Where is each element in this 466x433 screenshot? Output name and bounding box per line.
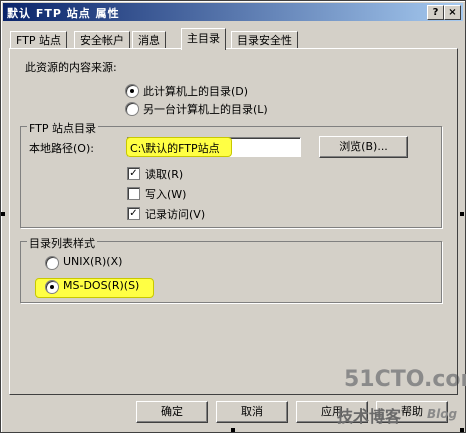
properties-dialog: 默认 FTP 站点 属性 ? × FTP 站点 安全帐户 消息 主目录 目录安全… bbox=[0, 0, 466, 433]
radio-unix[interactable] bbox=[45, 256, 59, 270]
read-checkbox[interactable]: ✓ bbox=[127, 167, 140, 180]
listing-style-legend: 目录列表样式 bbox=[27, 235, 97, 251]
resize-grip-left bbox=[1, 212, 5, 216]
tab-messages[interactable]: 消息 bbox=[132, 31, 166, 49]
local-path-input[interactable]: C:\默认的FTP站点 bbox=[126, 137, 301, 157]
help-icon[interactable]: ? bbox=[427, 5, 444, 20]
ftp-directory-legend: FTP 站点目录 bbox=[27, 120, 98, 136]
watermark-blog: Blog bbox=[427, 407, 458, 421]
radio-local-directory-label[interactable]: 此计算机上的目录(D) bbox=[143, 83, 248, 99]
listing-style-group: 目录列表样式 UNIX(R)(X) MS-DOS(R)(S) bbox=[20, 235, 442, 303]
cancel-button[interactable]: 取消 bbox=[216, 401, 288, 423]
log-visits-checkbox-label[interactable]: 记录访问(V) bbox=[145, 206, 205, 222]
browse-button[interactable]: 浏览(B)... bbox=[319, 136, 408, 158]
radio-remote-share[interactable] bbox=[125, 102, 139, 116]
radio-remote-share-label[interactable]: 另一台计算机上的目录(L) bbox=[143, 101, 268, 117]
watermark-caption: 技术博客 bbox=[337, 407, 402, 426]
local-path-value: C:\默认的FTP站点 bbox=[130, 142, 220, 155]
resize-grip-bottom bbox=[231, 428, 235, 432]
radio-local-directory[interactable] bbox=[125, 84, 139, 98]
content-source-label: 此资源的内容来源: bbox=[25, 61, 117, 74]
ok-button[interactable]: 确定 bbox=[136, 401, 208, 423]
title-bar[interactable]: 默认 FTP 站点 属性 ? × bbox=[3, 3, 463, 21]
tab-ftp-site[interactable]: FTP 站点 bbox=[10, 31, 67, 49]
tab-panel: 此资源的内容来源: 此计算机上的目录(D) 另一台计算机上的目录(L) FTP … bbox=[9, 48, 458, 395]
write-checkbox[interactable] bbox=[127, 187, 140, 200]
ftp-directory-group: FTP 站点目录 本地路径(O): C:\默认的FTP站点 浏览(B)... ✓… bbox=[20, 120, 442, 228]
read-checkbox-label[interactable]: 读取(R) bbox=[145, 166, 183, 182]
close-icon[interactable]: × bbox=[444, 5, 461, 20]
log-visits-checkbox[interactable]: ✓ bbox=[127, 207, 140, 220]
tab-security-accounts[interactable]: 安全帐户 bbox=[74, 31, 130, 49]
local-path-label: 本地路径(O): bbox=[29, 142, 94, 155]
tab-directory-security[interactable]: 目录安全性 bbox=[231, 31, 298, 49]
window-title: 默认 FTP 站点 属性 bbox=[7, 7, 120, 20]
radio-unix-label[interactable]: UNIX(R)(X) bbox=[63, 255, 122, 268]
resize-grip-corner bbox=[460, 428, 464, 432]
radio-msdos-label[interactable]: MS-DOS(R)(S) bbox=[63, 279, 139, 292]
write-checkbox-label[interactable]: 写入(W) bbox=[145, 186, 186, 202]
tab-home-directory[interactable]: 主目录 bbox=[181, 28, 226, 50]
radio-msdos[interactable] bbox=[45, 280, 59, 294]
resize-grip-right bbox=[460, 212, 464, 216]
